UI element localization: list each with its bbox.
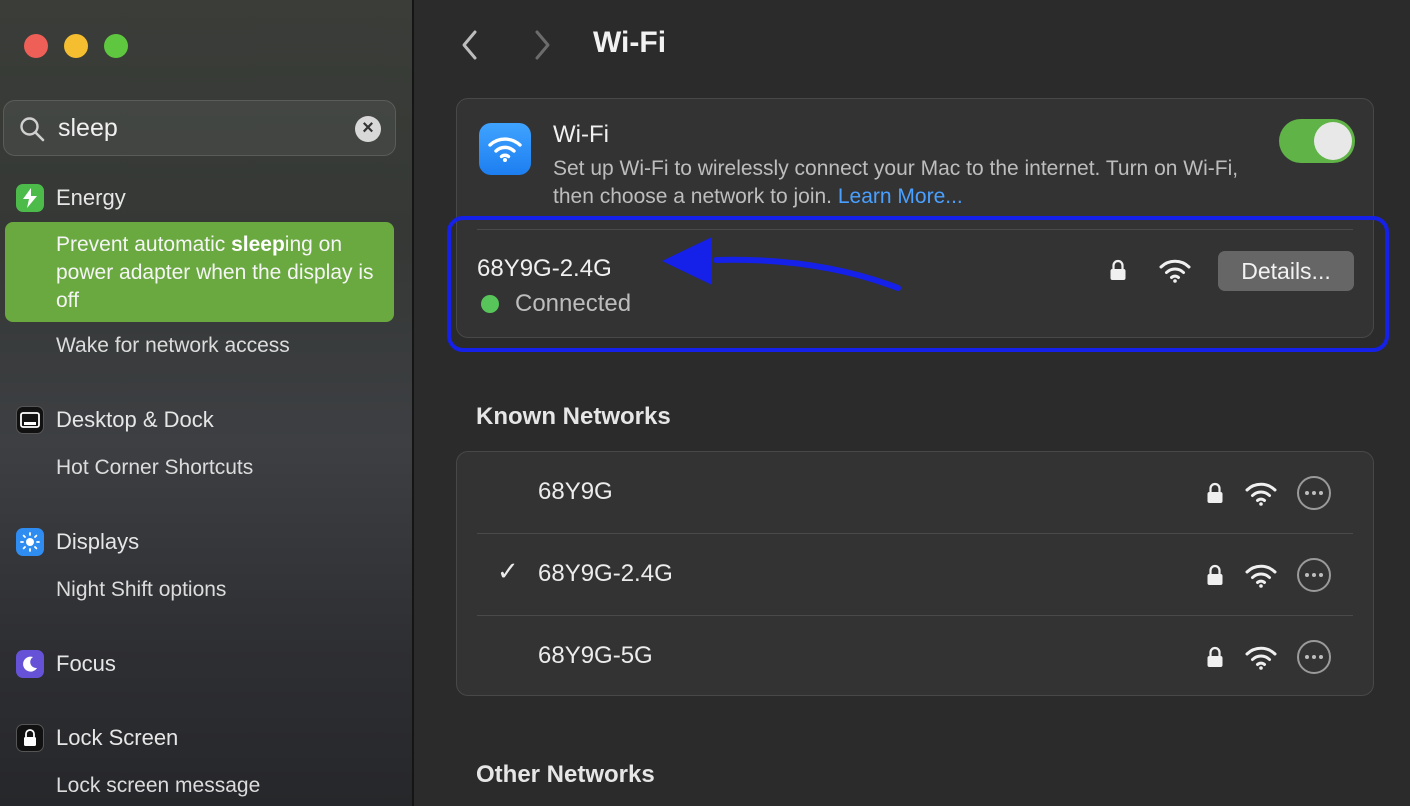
wifi-title: Wi-Fi xyxy=(553,121,609,148)
network-name: 68Y9G-2.4G xyxy=(538,560,673,587)
known-networks-list: 68Y9G ✓ 68Y9G-2.4G 68Y9G-5G xyxy=(456,451,1374,696)
result-text-prefix: Prevent automatic xyxy=(56,233,232,256)
zoom-window-button[interactable] xyxy=(104,34,128,58)
sidebar-item-label: Focus xyxy=(56,651,116,676)
search-result-wake-network[interactable]: Wake for network access xyxy=(56,334,290,358)
sidebar-item-lock-screen[interactable]: Lock Screen xyxy=(16,723,178,753)
sidebar-item-energy[interactable]: Energy xyxy=(16,183,126,213)
search-input[interactable]: sleep xyxy=(58,114,118,143)
search-field[interactable]: sleep × xyxy=(3,100,396,156)
more-options-icon[interactable] xyxy=(1297,476,1331,510)
sidebar-item-focus[interactable]: Focus xyxy=(16,649,116,679)
other-networks-heading: Other Networks xyxy=(476,761,655,788)
wifi-signal-icon xyxy=(1245,564,1277,588)
lock-icon xyxy=(1207,482,1223,503)
lock-screen-icon xyxy=(16,724,44,752)
wifi-toggle[interactable] xyxy=(1279,119,1355,163)
main-pane: Wi-Fi Wi-Fi Set up Wi-Fi to wirelessly c… xyxy=(416,0,1410,806)
search-result-hot-corner[interactable]: Hot Corner Shortcuts xyxy=(56,456,253,480)
annotation-arrow-icon xyxy=(662,237,901,291)
sidebar-item-desktop-dock[interactable]: Desktop & Dock xyxy=(16,405,214,435)
search-result-prevent-sleep[interactable]: Prevent automatic sleeping on power adap… xyxy=(5,222,394,322)
known-network-row[interactable]: ✓ 68Y9G-2.4G xyxy=(457,534,1375,616)
result-text-match: sleep xyxy=(231,233,285,256)
learn-more-link[interactable]: Learn More... xyxy=(838,185,963,208)
sidebar-item-displays[interactable]: Displays xyxy=(16,527,139,557)
page-title: Wi-Fi xyxy=(593,26,667,59)
sidebar-item-label: Desktop & Dock xyxy=(56,407,214,432)
known-network-row[interactable]: 68Y9G-5G xyxy=(457,616,1375,698)
clear-search-icon[interactable]: × xyxy=(355,116,381,142)
known-network-row[interactable]: 68Y9G xyxy=(457,452,1375,534)
sun-icon xyxy=(16,528,44,556)
forward-button[interactable] xyxy=(530,28,554,62)
lock-icon xyxy=(1207,646,1223,667)
wifi-app-icon xyxy=(479,123,531,175)
wifi-signal-icon xyxy=(1245,646,1277,670)
dock-icon xyxy=(16,406,44,434)
search-icon xyxy=(20,117,45,142)
search-result-night-shift[interactable]: Night Shift options xyxy=(56,578,226,602)
more-options-icon[interactable] xyxy=(1297,640,1331,674)
sidebar-item-label: Displays xyxy=(56,529,140,554)
close-window-button[interactable] xyxy=(24,34,48,58)
wifi-signal-icon xyxy=(1245,482,1277,506)
network-name: 68Y9G xyxy=(538,478,613,505)
search-result-lock-message[interactable]: Lock screen message xyxy=(56,774,260,798)
sidebar: sleep × Energy Prevent automatic sleepin… xyxy=(0,0,414,806)
sidebar-item-label: Lock Screen xyxy=(56,725,179,750)
network-name: 68Y9G-5G xyxy=(538,642,653,669)
known-networks-heading: Known Networks xyxy=(476,403,671,430)
energy-icon xyxy=(16,184,44,212)
lock-icon xyxy=(1207,564,1223,585)
checkmark-icon: ✓ xyxy=(497,556,519,586)
moon-icon xyxy=(16,650,44,678)
wifi-description: Set up Wi-Fi to wirelessly connect your … xyxy=(553,155,1273,211)
annotation-highlight-box xyxy=(447,216,1389,352)
minimize-window-button[interactable] xyxy=(64,34,88,58)
toggle-knob xyxy=(1314,122,1352,160)
more-options-icon[interactable] xyxy=(1297,558,1331,592)
back-button[interactable] xyxy=(458,28,482,62)
sidebar-item-label: Energy xyxy=(56,185,126,210)
